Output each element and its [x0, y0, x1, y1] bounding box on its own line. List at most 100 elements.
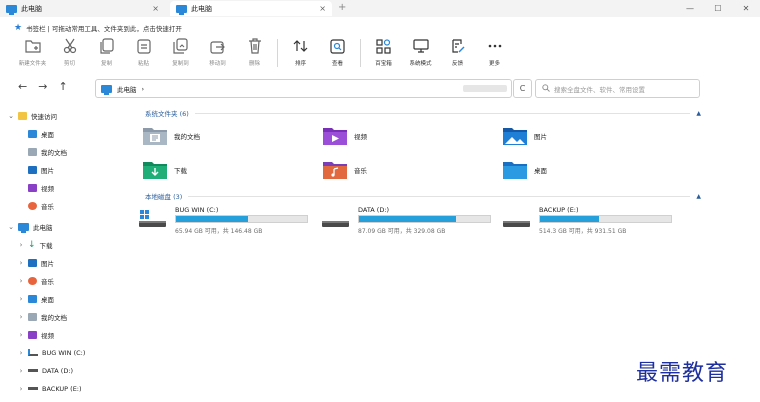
address-bar[interactable]: 此电脑 › [95, 79, 512, 98]
toolbox-button[interactable]: 百宝箱 [365, 37, 402, 67]
more-button[interactable]: 更多 [476, 37, 513, 67]
tab-this-pc-2[interactable]: 此电脑 × [170, 1, 332, 16]
sidebar-item-downloads[interactable]: › ↓ 下载 [18, 238, 53, 251]
minimize-button[interactable]: — [676, 0, 704, 17]
search-input[interactable]: 搜索全盘文件、软件、常用设置 [535, 79, 700, 98]
sidebar-item-pictures[interactable]: 图片 [28, 163, 54, 176]
bookmark-bar[interactable]: ★ 书签栏 | 可拖动常用工具、文件夹到此，点击快速打开 [14, 22, 182, 34]
collapse-icon[interactable]: ▲ [696, 193, 701, 200]
drive-space-text: 514.3 GB 可用，共 931.51 GB [539, 228, 627, 235]
sidebar-item-label: 视频 [41, 184, 54, 193]
tab-close-icon[interactable]: × [152, 4, 159, 13]
sidebar-item-videos[interactable]: 视频 [28, 181, 54, 194]
videos-icon [28, 330, 37, 339]
sidebar-item-drive-d[interactable]: › DATA (D:) [18, 364, 73, 377]
chevron-right-icon[interactable]: › [18, 385, 24, 393]
folder-label: 图片 [534, 133, 547, 141]
chevron-down-icon[interactable]: ⌄ [8, 112, 14, 120]
sidebar-item-documents[interactable]: › 我的文档 [18, 310, 67, 323]
forward-arrow-icon[interactable]: → [38, 80, 47, 93]
more-icon [488, 37, 502, 55]
delete-button[interactable]: 删除 [236, 37, 273, 67]
sort-button[interactable]: 排序 [282, 37, 319, 67]
paste-button[interactable]: 粘贴 [125, 37, 162, 67]
toolbar-divider [277, 39, 278, 67]
chevron-right-icon[interactable]: › [18, 295, 24, 303]
sidebar-item-drive-e[interactable]: › BACKUP (E:) [18, 382, 82, 395]
tab-this-pc-1[interactable]: 此电脑 × [0, 1, 165, 16]
toolbar-label: 系统模式 [409, 61, 432, 67]
group-header-system-folders[interactable]: 系统文件夹 (6) ▲ [145, 108, 701, 119]
toolbar-label: 复制 [100, 61, 112, 67]
tab-close-icon[interactable]: × [319, 4, 326, 13]
sidebar-item-drive-c[interactable]: › BUG WIN (C:) [18, 346, 86, 359]
chevron-right-icon[interactable]: › [18, 241, 24, 249]
cut-button[interactable]: 剪切 [51, 37, 88, 67]
chevron-right-icon[interactable]: › [18, 313, 24, 321]
sidebar-item-label: BACKUP (E:) [42, 384, 82, 393]
drive-usage-fill [359, 216, 456, 222]
folder-downloads[interactable]: 下载 [142, 158, 322, 182]
system-mode-button[interactable]: 系统模式 [402, 37, 439, 67]
chevron-right-icon[interactable]: › [18, 331, 24, 339]
group-header-local-disks[interactable]: 本地磁盘 (3) ▲ [145, 191, 701, 202]
toolbar-label: 移动到 [209, 61, 226, 67]
sidebar-item-music[interactable]: › 音乐 [18, 274, 54, 287]
sidebar-item-label: 此电脑 [33, 223, 53, 232]
feedback-icon [451, 37, 465, 55]
new-tab-button[interactable]: + [338, 2, 346, 13]
folder-label: 我的文档 [174, 133, 200, 141]
sidebar-item-label: 图片 [41, 166, 54, 175]
sidebar-item-quick-access[interactable]: ⌄ 快速访问 [8, 109, 57, 122]
music-icon [28, 276, 37, 285]
pictures-icon [28, 165, 37, 174]
search-placeholder: 搜索全盘文件、软件、常用设置 [554, 85, 645, 94]
sidebar-item-desktop[interactable]: 桌面 [28, 127, 54, 140]
copy-button[interactable]: 复制 [88, 37, 125, 67]
address-location[interactable]: 此电脑 [117, 84, 137, 94]
sidebar-item-label: 桌面 [41, 295, 54, 304]
drive-c[interactable]: BUG WIN (C:) 65.94 GB 可用，共 146.48 GB [138, 206, 308, 240]
feedback-button[interactable]: 反馈 [439, 37, 476, 67]
chevron-right-icon[interactable]: › [18, 367, 24, 375]
new-folder-button[interactable]: 新建文件夹 [14, 37, 51, 67]
sidebar-item-music[interactable]: 音乐 [28, 199, 54, 212]
folder-desktop[interactable]: 桌面 [502, 158, 682, 182]
folder-videos[interactable]: 视频 [322, 124, 502, 148]
up-arrow-icon[interactable]: ↑ [58, 80, 67, 93]
chevron-right-icon[interactable]: › [18, 349, 24, 357]
group-header-label: 本地磁盘 (3) [145, 193, 183, 201]
sidebar-item-label: 我的文档 [41, 313, 67, 322]
folder-documents[interactable]: 我的文档 [142, 124, 322, 148]
chevron-right-icon[interactable]: › [18, 277, 24, 285]
collapse-icon[interactable]: ▲ [696, 110, 701, 117]
sidebar-item-this-pc[interactable]: ⌄ 此电脑 [8, 220, 53, 233]
folder-pictures[interactable]: 图片 [502, 124, 682, 148]
chevron-down-icon[interactable]: ⌄ [8, 223, 14, 231]
tab-label: 此电脑 [191, 4, 212, 13]
sidebar-item-desktop[interactable]: › 桌面 [18, 292, 54, 305]
documents-folder-icon [142, 125, 168, 147]
view-button[interactable]: 查看 [319, 37, 356, 67]
group-header-label: 系统文件夹 (6) [145, 110, 189, 118]
paste-icon [136, 37, 151, 55]
back-arrow-icon[interactable]: ← [18, 80, 27, 93]
folder-label: 视频 [354, 133, 367, 141]
maximize-button[interactable]: ☐ [704, 0, 732, 17]
sort-icon [293, 37, 308, 55]
sidebar-item-documents[interactable]: 我的文档 [28, 145, 67, 158]
folder-icon [18, 111, 27, 120]
drive-e[interactable]: BACKUP (E:) 514.3 GB 可用，共 931.51 GB [502, 206, 672, 240]
sidebar-item-videos[interactable]: › 视频 [18, 328, 54, 341]
chevron-right-icon[interactable]: › [18, 259, 24, 267]
folder-music[interactable]: 音乐 [322, 158, 502, 182]
breadcrumb-chevron-icon[interactable]: › [142, 85, 145, 93]
refresh-button[interactable]: C [513, 79, 532, 98]
pictures-folder-icon [502, 125, 528, 147]
sidebar-item-pictures[interactable]: › 图片 [18, 256, 54, 269]
copy-to-button[interactable]: 复制到 [162, 37, 199, 67]
drive-d[interactable]: DATA (D:) 87.09 GB 可用，共 329.08 GB [321, 206, 491, 240]
close-button[interactable]: ✕ [732, 0, 760, 17]
move-to-button[interactable]: 移动到 [199, 37, 236, 67]
toolbar-divider [360, 39, 361, 67]
